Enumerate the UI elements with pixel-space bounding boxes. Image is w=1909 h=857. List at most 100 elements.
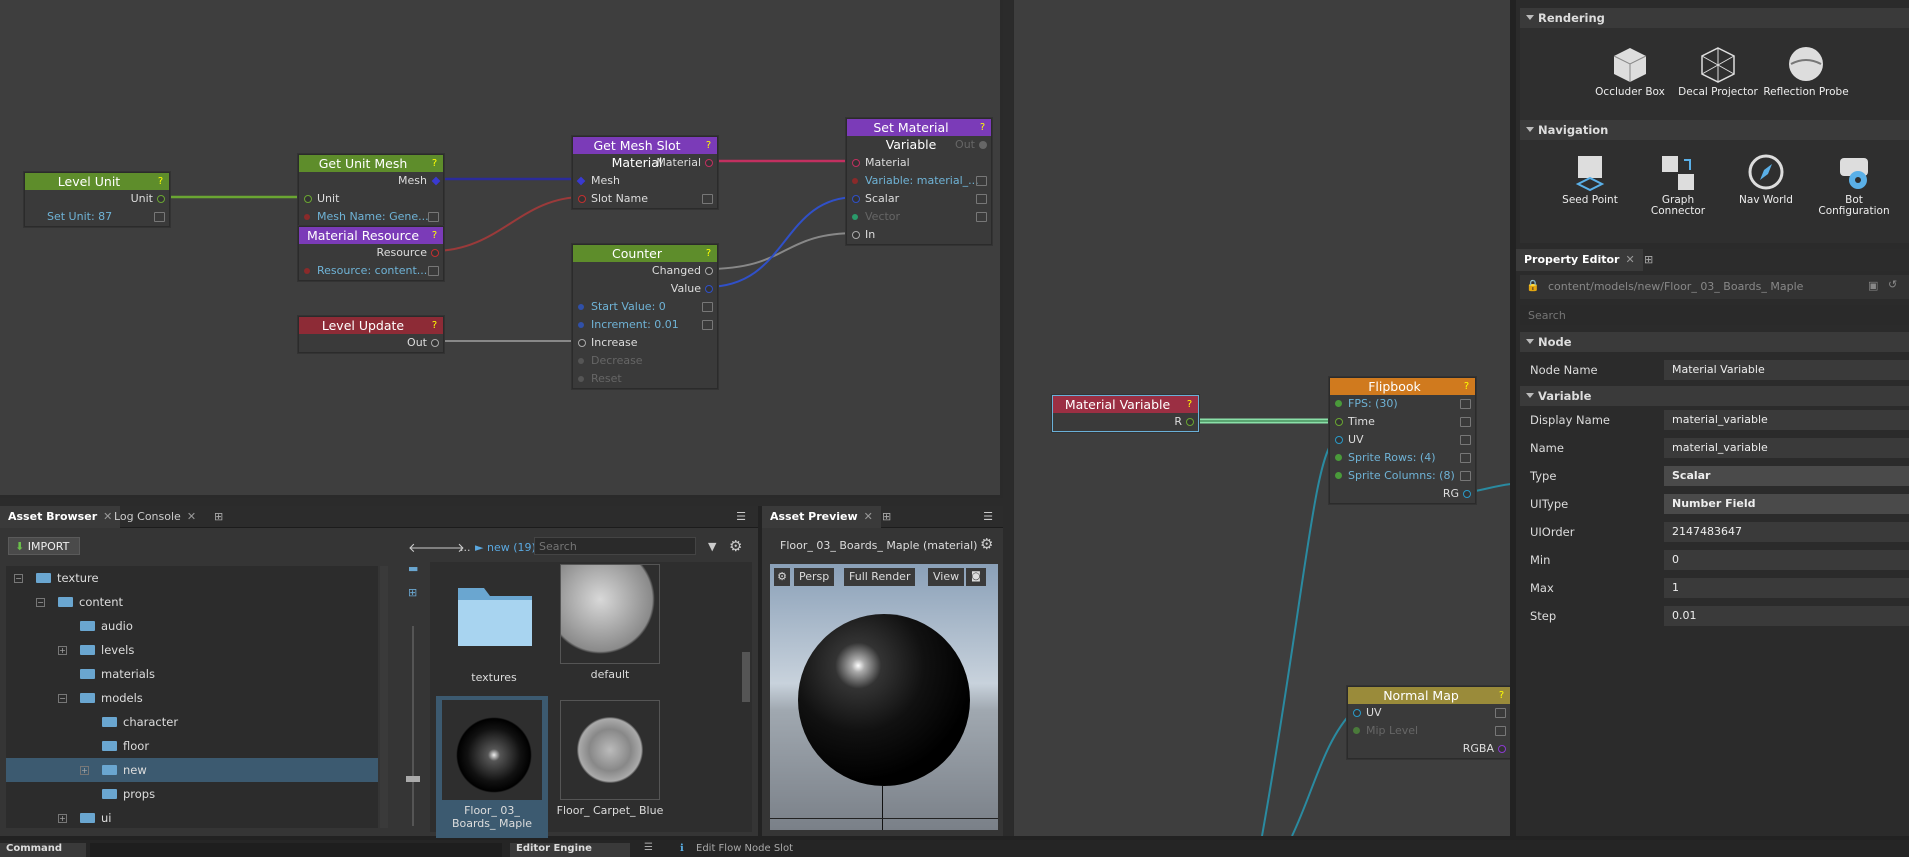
in-slot-increase[interactable]: Increase: [573, 334, 717, 352]
path-current[interactable]: ► new (19): [475, 541, 536, 554]
tree-scrollbar[interactable]: [380, 566, 388, 828]
tab-asset-browser[interactable]: Asset Browser ✕: [0, 506, 121, 528]
in-slot-uv[interactable]: UV: [1348, 704, 1510, 722]
in-slot-unit[interactable]: Unit: [299, 190, 443, 208]
full-render-button[interactable]: Full Render: [844, 568, 916, 586]
prop-mip-level[interactable]: Mip Level: [1348, 722, 1510, 740]
asset-item-selected[interactable]: Floor_ 03_ Boards_ Maple: [436, 696, 548, 838]
out-slot-mesh[interactable]: Mesh: [299, 172, 443, 190]
in-slot-reset[interactable]: Reset: [573, 370, 717, 388]
tree-item[interactable]: character: [6, 710, 378, 734]
command-label[interactable]: Command: [0, 843, 86, 857]
in-slot-uv[interactable]: UV: [1330, 431, 1475, 449]
path-prefix[interactable]: ...: [460, 541, 471, 554]
tree-item[interactable]: materials: [6, 662, 378, 686]
property-row[interactable]: Type Scalar: [1520, 462, 1909, 490]
graph-connector-item[interactable]: Graph Connector: [1634, 152, 1722, 217]
view-button[interactable]: View: [928, 568, 965, 586]
flow-graph-main[interactable]: Level Unit? Unit Set Unit: 87 Get Unit M…: [0, 0, 1003, 498]
prop-sprite-rows[interactable]: Sprite Rows: (4): [1330, 449, 1475, 467]
prop-variable[interactable]: Variable: material_...: [847, 172, 991, 190]
property-row[interactable]: Min 0: [1520, 546, 1909, 574]
node-level-update[interactable]: Level Update? Out: [298, 316, 444, 353]
expand-icon[interactable]: +: [58, 814, 67, 823]
in-slot-mesh[interactable]: Mesh: [573, 172, 717, 190]
tree-item[interactable]: floor: [6, 734, 378, 758]
folder-icon[interactable]: ▬: [408, 562, 418, 575]
help-icon[interactable]: ?: [702, 247, 715, 260]
tree-item[interactable]: audio: [6, 614, 378, 638]
out-slot-out[interactable]: Out: [847, 136, 991, 154]
tab-asset-preview[interactable]: Asset Preview ✕: [762, 506, 881, 528]
add-tab-icon[interactable]: ⊞: [1636, 249, 1661, 271]
out-slot-out[interactable]: Out: [299, 334, 443, 352]
in-slot-slot-name[interactable]: Slot Name: [573, 190, 717, 208]
tree-item[interactable]: − texture: [6, 566, 378, 590]
splitter[interactable]: [0, 498, 1003, 506]
tree-item[interactable]: − content: [6, 590, 378, 614]
node-normal-map[interactable]: Normal Map? UV Mip Level RGBA: [1347, 686, 1510, 759]
command-input[interactable]: [90, 843, 502, 857]
in-slot-decrease[interactable]: Decrease: [573, 352, 717, 370]
out-slot-changed[interactable]: Changed: [573, 262, 717, 280]
seed-point-item[interactable]: Seed Point: [1546, 152, 1634, 206]
property-value[interactable]: Number Field: [1664, 494, 1909, 514]
save-icon[interactable]: ▣: [1868, 279, 1878, 292]
node-get-mesh-slot-material[interactable]: Get Mesh Slot Material? Material Mesh Sl…: [572, 136, 718, 209]
grid-scrollbar[interactable]: [742, 652, 750, 702]
in-slot-scalar[interactable]: Scalar: [847, 190, 991, 208]
tree-item[interactable]: + ui: [6, 806, 378, 830]
tree-item[interactable]: − models: [6, 686, 378, 710]
menu-icon[interactable]: ☰: [728, 506, 754, 528]
prop-set-unit[interactable]: Set Unit: 87: [25, 208, 169, 226]
decal-projector-item[interactable]: Decal Projector: [1674, 44, 1762, 98]
filter-icon[interactable]: ▼: [708, 540, 716, 553]
out-slot-resource[interactable]: Resource: [299, 244, 443, 262]
section-node[interactable]: Node: [1520, 332, 1909, 352]
property-row[interactable]: Display Name material_variable: [1520, 406, 1909, 434]
help-icon[interactable]: ?: [1183, 398, 1196, 411]
tree-item[interactable]: props: [6, 782, 378, 806]
collapse-icon[interactable]: −: [36, 598, 45, 607]
add-tab-icon[interactable]: ⊞: [874, 506, 899, 528]
add-tab-icon[interactable]: ⊞: [206, 506, 231, 528]
node-flipbook[interactable]: Flipbook? FPS: (30) Time UV Sprite Rows:…: [1329, 377, 1476, 504]
prop-mesh-name[interactable]: Mesh Name: Gene...: [299, 208, 443, 226]
out-slot-unit[interactable]: Unit: [25, 190, 169, 208]
tree-item[interactable]: + new: [6, 758, 378, 782]
node-level-unit[interactable]: Level Unit? Unit Set Unit: 87: [24, 172, 170, 227]
property-node-name[interactable]: Node Name Material Variable: [1520, 356, 1909, 384]
collapse-icon[interactable]: −: [58, 694, 67, 703]
section-navigation[interactable]: Navigation: [1520, 120, 1909, 140]
property-value[interactable]: 0: [1664, 550, 1909, 570]
tree-item[interactable]: + levels: [6, 638, 378, 662]
tab-log-console[interactable]: Log Console ✕: [106, 506, 204, 528]
search-input[interactable]: [534, 537, 696, 555]
tab-property-editor[interactable]: Property Editor ✕: [1516, 249, 1643, 271]
property-row[interactable]: UIOrder 2147483647: [1520, 518, 1909, 546]
camera-icon[interactable]: ◙: [966, 568, 986, 586]
property-value[interactable]: 0.01: [1664, 606, 1909, 626]
gear-icon[interactable]: ⚙: [774, 568, 790, 586]
help-icon[interactable]: ?: [154, 175, 167, 188]
out-slot-rgba[interactable]: RGBA: [1348, 740, 1510, 758]
persp-button[interactable]: Persp: [794, 568, 835, 586]
folder-tree[interactable]: − texture − content audio + levels materials − mo…: [6, 566, 378, 828]
asset-item[interactable]: Floor_ Carpet_ Blue: [556, 700, 664, 817]
help-icon[interactable]: ?: [976, 121, 989, 134]
prop-sprite-columns[interactable]: Sprite Columns: (8): [1330, 467, 1475, 485]
out-slot-material[interactable]: Material: [573, 154, 717, 172]
in-slot-material[interactable]: Material: [847, 154, 991, 172]
splitter[interactable]: [1003, 0, 1013, 836]
zoom-slider[interactable]: [406, 626, 420, 826]
occluder-box-item[interactable]: Occluder Box: [1586, 44, 1674, 98]
bot-configuration-item[interactable]: Bot Configuration: [1810, 152, 1898, 217]
out-slot-value[interactable]: Value: [573, 280, 717, 298]
help-icon[interactable]: ?: [428, 229, 441, 242]
lock-icon[interactable]: 🔒: [1526, 279, 1540, 292]
property-row[interactable]: Step 0.01: [1520, 602, 1909, 630]
help-icon[interactable]: ?: [1460, 380, 1473, 393]
prop-increment[interactable]: Increment: 0.01: [573, 316, 717, 334]
property-value[interactable]: material_variable: [1664, 438, 1909, 458]
gear-icon[interactable]: ⚙: [729, 537, 742, 555]
